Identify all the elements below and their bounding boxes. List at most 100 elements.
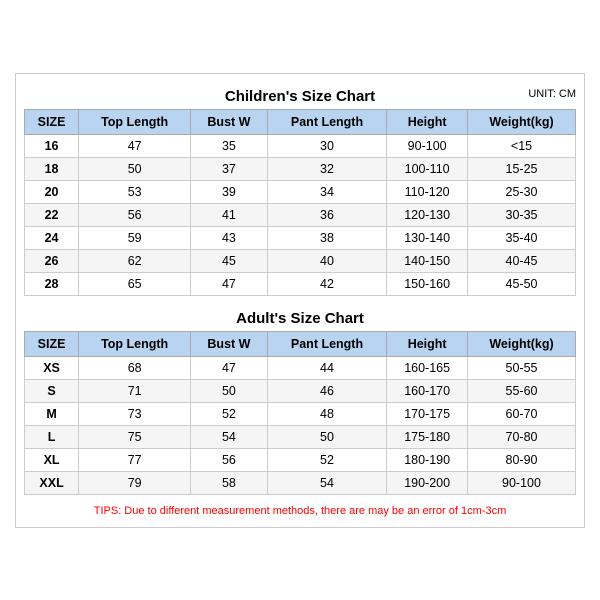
table-cell: 45 <box>191 249 268 272</box>
table-cell: 20 <box>25 180 79 203</box>
table-cell: 54 <box>191 425 268 448</box>
table-cell: 170-175 <box>387 402 468 425</box>
table-cell: 50-55 <box>468 356 576 379</box>
table-cell: 40-45 <box>468 249 576 272</box>
table-cell: 25-30 <box>468 180 576 203</box>
table-cell: 46 <box>267 379 387 402</box>
table-cell: 40 <box>267 249 387 272</box>
table-cell: 90-100 <box>387 134 468 157</box>
table-cell: 56 <box>79 203 191 226</box>
table-cell: 34 <box>267 180 387 203</box>
table-cell: 58 <box>191 471 268 494</box>
table-cell: 160-165 <box>387 356 468 379</box>
table-cell: 120-130 <box>387 203 468 226</box>
adult-title-text: Adult's Size Chart <box>236 310 364 327</box>
children-chart-title: Children's Size Chart UNIT: CM <box>24 82 576 109</box>
table-cell: 38 <box>267 226 387 249</box>
table-cell: 47 <box>79 134 191 157</box>
table-row: M735248170-17560-70 <box>25 402 576 425</box>
table-cell: 41 <box>191 203 268 226</box>
table-cell: 190-200 <box>387 471 468 494</box>
table-cell: 44 <box>267 356 387 379</box>
table-row: 24594338130-14035-40 <box>25 226 576 249</box>
adult-header-pant-length: Pant Length <box>267 331 387 356</box>
table-cell: 26 <box>25 249 79 272</box>
table-cell: M <box>25 402 79 425</box>
table-cell: XL <box>25 448 79 471</box>
table-cell: 47 <box>191 356 268 379</box>
table-cell: 18 <box>25 157 79 180</box>
table-cell: L <box>25 425 79 448</box>
table-cell: 110-120 <box>387 180 468 203</box>
table-cell: 140-150 <box>387 249 468 272</box>
size-chart-container: Children's Size Chart UNIT: CM SIZE Top … <box>15 73 585 528</box>
children-title-text: Children's Size Chart <box>225 88 375 105</box>
table-row: 1647353090-100<15 <box>25 134 576 157</box>
table-cell: 130-140 <box>387 226 468 249</box>
table-cell: 62 <box>79 249 191 272</box>
table-cell: 68 <box>79 356 191 379</box>
table-cell: 52 <box>191 402 268 425</box>
table-cell: 59 <box>79 226 191 249</box>
children-size-table: SIZE Top Length Bust W Pant Length Heigh… <box>24 109 576 296</box>
table-cell: 39 <box>191 180 268 203</box>
table-cell: 80-90 <box>468 448 576 471</box>
table-cell: XS <box>25 356 79 379</box>
table-cell: 90-100 <box>468 471 576 494</box>
table-cell: 16 <box>25 134 79 157</box>
adult-header-weight: Weight(kg) <box>468 331 576 356</box>
table-row: L755450175-18070-80 <box>25 425 576 448</box>
table-row: 18503732100-11015-25 <box>25 157 576 180</box>
table-cell: 52 <box>267 448 387 471</box>
table-cell: 35 <box>191 134 268 157</box>
table-row: S715046160-17055-60 <box>25 379 576 402</box>
table-cell: 22 <box>25 203 79 226</box>
table-cell: 32 <box>267 157 387 180</box>
table-cell: 30 <box>267 134 387 157</box>
table-row: XS684744160-16550-55 <box>25 356 576 379</box>
tips-text: TIPS: Due to different measurement metho… <box>24 501 576 519</box>
table-cell: 54 <box>267 471 387 494</box>
table-cell: 28 <box>25 272 79 295</box>
table-cell: 75 <box>79 425 191 448</box>
children-header-pant-length: Pant Length <box>267 109 387 134</box>
table-row: 26624540140-15040-45 <box>25 249 576 272</box>
table-cell: 30-35 <box>468 203 576 226</box>
children-header-size: SIZE <box>25 109 79 134</box>
table-cell: 53 <box>79 180 191 203</box>
children-header-top-length: Top Length <box>79 109 191 134</box>
table-cell: 160-170 <box>387 379 468 402</box>
unit-label: UNIT: CM <box>528 88 576 100</box>
children-header-height: Height <box>387 109 468 134</box>
table-row: 20533934110-12025-30 <box>25 180 576 203</box>
adult-header-row: SIZE Top Length Bust W Pant Length Heigh… <box>25 331 576 356</box>
table-cell: 70-80 <box>468 425 576 448</box>
table-cell: 24 <box>25 226 79 249</box>
table-row: XXL795854190-20090-100 <box>25 471 576 494</box>
table-cell: 43 <box>191 226 268 249</box>
table-cell: 60-70 <box>468 402 576 425</box>
adult-header-top-length: Top Length <box>79 331 191 356</box>
table-row: XL775652180-19080-90 <box>25 448 576 471</box>
adult-size-table: SIZE Top Length Bust W Pant Length Heigh… <box>24 331 576 495</box>
table-cell: 50 <box>79 157 191 180</box>
adult-header-size: SIZE <box>25 331 79 356</box>
table-cell: S <box>25 379 79 402</box>
adult-header-height: Height <box>387 331 468 356</box>
table-cell: 77 <box>79 448 191 471</box>
adult-chart-title: Adult's Size Chart <box>24 302 576 331</box>
table-cell: 150-160 <box>387 272 468 295</box>
table-cell: 56 <box>191 448 268 471</box>
table-cell: 50 <box>191 379 268 402</box>
table-cell: <15 <box>468 134 576 157</box>
children-header-weight: Weight(kg) <box>468 109 576 134</box>
table-cell: 175-180 <box>387 425 468 448</box>
table-cell: 47 <box>191 272 268 295</box>
table-cell: 35-40 <box>468 226 576 249</box>
table-cell: 100-110 <box>387 157 468 180</box>
table-row: 22564136120-13030-35 <box>25 203 576 226</box>
table-cell: 65 <box>79 272 191 295</box>
table-cell: 55-60 <box>468 379 576 402</box>
table-cell: XXL <box>25 471 79 494</box>
table-cell: 71 <box>79 379 191 402</box>
